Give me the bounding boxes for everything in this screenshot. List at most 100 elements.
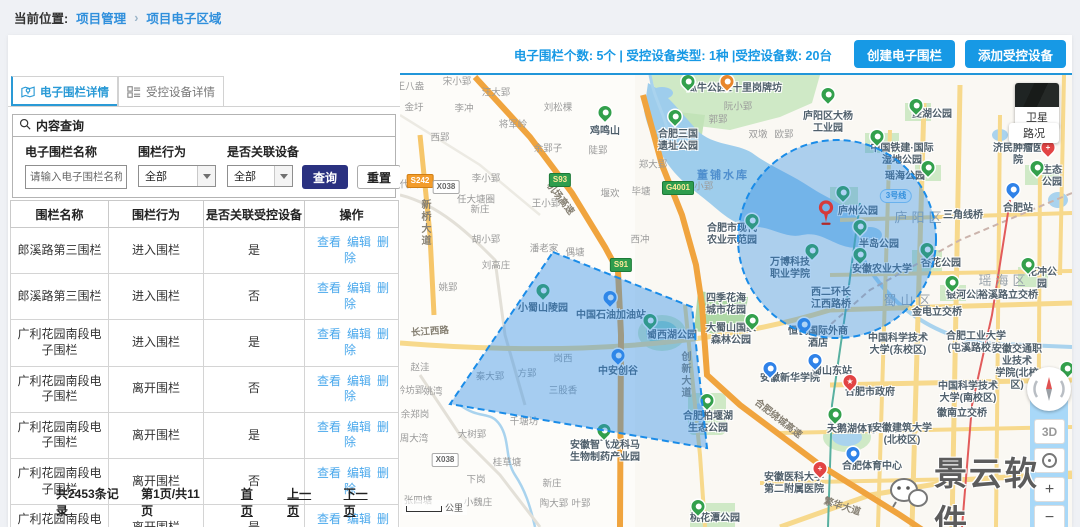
map-label: 庐阳区大杨 工业园	[803, 111, 853, 135]
map-label: 中国科学技术 大学(南校区)	[938, 381, 998, 405]
map-label: 桂草塘	[493, 457, 522, 468]
fence-linked: 是	[204, 320, 305, 366]
map-label: 合肥绕城高速	[752, 397, 804, 441]
map-poi-pin	[698, 391, 716, 409]
view-3d-button[interactable]: 3D	[1034, 419, 1065, 444]
next-page-link[interactable]: 下一页	[344, 485, 374, 519]
map-label: 长江西路	[411, 325, 450, 339]
map-canvas[interactable]: 王八盎宋小郢汪大郢金圩李冲西郢将军岭刘松棵余郢子陡郢郑大郢毕塘王小郢代大郢李小郢…	[400, 75, 1072, 527]
map-label: 中国科学技术 大学(东校区)	[868, 333, 928, 357]
map-label: 合肥站	[1003, 203, 1033, 215]
row-action-link[interactable]: 查看	[317, 466, 341, 480]
map-label: 繁华大道	[822, 496, 862, 519]
map-label: 合肥市政府	[845, 387, 895, 399]
row-action-link[interactable]: 查看	[317, 327, 341, 341]
row-action-link[interactable]: 编辑	[347, 235, 371, 249]
fence-behavior-select[interactable]: 全部	[138, 165, 216, 187]
query-section: 内容查询 电子围栏名称 围栏行为 全部 是否关	[12, 114, 396, 198]
map-label: 瑶海公园	[885, 171, 925, 183]
map-label: 方郢	[517, 368, 536, 379]
row-action-link[interactable]: 查看	[317, 235, 341, 249]
map-label: 小蜀山陵园	[518, 303, 568, 315]
fence-linked: 否	[204, 274, 305, 320]
fence-name: 广利花园南段电子围栏	[11, 320, 109, 366]
map-label: 新桥大道	[418, 199, 430, 247]
zoom-out-button[interactable]: −	[1034, 505, 1065, 527]
screen: 当前位置: 项目管理 › 项目电子区域 电子围栏详情 受控设备详情	[0, 0, 1080, 527]
fence-name-input[interactable]	[25, 165, 127, 189]
map-label: 岗西	[553, 353, 572, 364]
map-label: 堰欢	[600, 188, 619, 199]
road-badge: G4001	[662, 181, 694, 195]
map-label: 新庄	[542, 478, 561, 489]
map-poi-pin	[534, 281, 552, 299]
map-label: 汪大郢	[482, 87, 511, 98]
prev-page-link[interactable]: 上一页	[287, 485, 317, 519]
map-label: 郭郢	[708, 114, 727, 125]
map-label: 中国石油加油站	[576, 310, 646, 322]
row-action-link[interactable]: 编辑	[347, 327, 371, 341]
row-action-link[interactable]: 编辑	[347, 466, 371, 480]
fence-behavior: 离开围栏	[109, 412, 204, 458]
tab-device-details[interactable]: 受控设备详情	[118, 76, 224, 106]
map-label: 李小郢	[472, 173, 501, 184]
fence-table: 围栏名称 围栏行为 是否关联受控设备 操作 郎溪路第三围栏 进入围栏 是 查看编…	[10, 200, 399, 527]
map-poi-pin	[743, 211, 761, 229]
row-action-link[interactable]: 编辑	[347, 420, 371, 434]
add-device-button[interactable]: 添加受控设备	[965, 40, 1066, 68]
breadcrumb-item-project-management[interactable]: 项目管理	[76, 8, 126, 27]
fence-behavior-value: 全部	[145, 168, 167, 184]
map-poi-pin	[868, 127, 886, 145]
map-label: 合肥柏堰湖 生态公园	[683, 411, 733, 435]
breadcrumb-item-electronic-area[interactable]: 项目电子区域	[146, 8, 221, 27]
record-count: 共2453条记录	[56, 485, 119, 519]
linked-device-select[interactable]: 全部	[227, 165, 293, 187]
locate-button[interactable]	[1034, 448, 1065, 473]
first-page-link[interactable]: 首页	[241, 485, 261, 519]
map-poi-pin	[943, 273, 961, 291]
map-label: 裕溪路立交桥	[978, 290, 1038, 302]
fence-behavior-label: 围栏行为	[138, 143, 216, 160]
road-badge: S242	[407, 174, 434, 188]
table-row: 郎溪路第三围栏 进入围栏 否 查看编辑删除	[11, 274, 399, 320]
map-label: 合肥体育中心	[842, 461, 902, 473]
map-label: 花冲公园	[1027, 267, 1057, 291]
map-poi-pin	[826, 405, 844, 423]
row-action-link[interactable]: 编辑	[347, 281, 371, 295]
map-poi-pin	[1028, 158, 1046, 176]
map-header: 电子围栏个数: 5个 | 受控设备类型: 1种 |受控设备数: 20台 创建电子…	[400, 35, 1072, 75]
map-label: 任大塘圈	[457, 194, 495, 205]
map-label: 叶郢	[571, 498, 590, 509]
map-label: 余郢子	[534, 143, 563, 154]
row-actions: 查看编辑删除	[305, 274, 399, 320]
map-label: 安徽医科大学 第二附属医院	[764, 472, 824, 496]
row-action-link[interactable]: 查看	[317, 420, 341, 434]
map-poi-pin	[844, 444, 862, 462]
row-action-link[interactable]: 编辑	[347, 374, 371, 388]
map-label: 偶塘	[565, 247, 584, 258]
map-label: 黔坊郢	[400, 385, 424, 396]
field-fence-behavior: 围栏行为 全部	[138, 143, 216, 187]
row-action-link[interactable]: 查看	[317, 374, 341, 388]
row-action-link[interactable]: 查看	[317, 281, 341, 295]
map-poi-pin	[641, 311, 659, 329]
traffic-toggle[interactable]: 路况	[1009, 123, 1059, 143]
search-button[interactable]: 查询	[302, 165, 348, 189]
map-poi-pin	[907, 96, 925, 114]
zoom-in-button[interactable]: +	[1034, 477, 1065, 502]
fence-linked: 否	[204, 366, 305, 412]
reset-button[interactable]: 重置	[357, 165, 401, 189]
road-badge: X038	[432, 453, 459, 467]
map-label: 大树郢	[458, 429, 487, 440]
map-label: 刘松棵	[544, 102, 573, 113]
satellite-toggle[interactable]: 卫星	[1015, 83, 1059, 128]
locate-icon	[1042, 453, 1057, 468]
fence-table-body: 郎溪路第三围栏 进入围栏 是 查看编辑删除 郎溪路第三围栏 进入围栏 否 查看编…	[11, 228, 399, 527]
tab-fence-details[interactable]: 电子围栏详情	[11, 76, 118, 106]
table-row: 广利花园南段电子围栏 进入围栏 是 查看编辑删除	[11, 320, 399, 366]
map-poi-pin	[851, 217, 869, 235]
map-label: 陶大郢	[540, 498, 569, 509]
create-fence-button[interactable]: 创建电子围栏	[854, 40, 955, 68]
map-label: 金电立交桥	[912, 307, 962, 319]
compass-control[interactable]	[1027, 367, 1071, 411]
